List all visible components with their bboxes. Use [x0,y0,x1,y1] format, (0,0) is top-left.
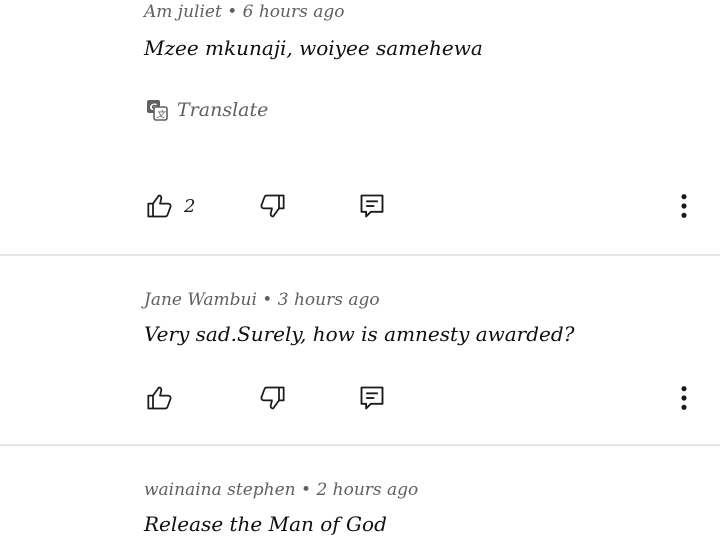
reply-button[interactable] [358,190,386,222]
comment-3: wainaina stephen • 2 hours ago Release t… [0,446,720,550]
comment-text: Release the Man of God [144,512,387,536]
meta-separator: • [262,290,273,310]
comment-time: 6 hours ago [242,2,345,22]
comment-text: Very sad.Surely, how is amnesty awarded? [144,322,575,346]
translate-button[interactable]: G 文 Translate [145,98,268,122]
comment-text: Mzee mkunaji, woiyee samehewa [144,36,483,60]
comment-1: Am juliet • 6 hours ago Mzee mkunaji, wo… [0,0,720,255]
comment-meta: wainaina stephen • 2 hours ago [144,480,418,500]
dislike-button[interactable] [258,190,286,222]
comment-author[interactable]: wainaina stephen [144,480,296,500]
more-vertical-icon [681,386,687,410]
thumbs-down-icon [260,386,285,410]
dislike-button[interactable] [258,382,286,414]
meta-separator: • [227,2,238,22]
like-button[interactable] [146,382,184,414]
more-options-button[interactable] [680,382,688,414]
more-options-button[interactable] [680,190,688,222]
comment-author[interactable]: Jane Wambui [144,290,257,310]
thumbs-up-icon [147,386,172,410]
comment-author[interactable]: Am juliet [144,2,222,22]
comment-time: 3 hours ago [277,290,380,310]
comment-time: 2 hours ago [316,480,419,500]
thumbs-down-icon [260,194,285,218]
comment-actions [0,382,720,422]
reply-icon [360,194,384,218]
comment-actions: 2 [0,190,720,230]
like-button[interactable]: 2 [146,190,195,222]
translate-icon: G 文 [147,100,168,121]
comment-meta: Am juliet • 6 hours ago [144,2,345,22]
reply-icon [360,386,384,410]
meta-separator: • [301,480,312,500]
reply-button[interactable] [358,382,386,414]
translate-label: Translate [177,99,269,121]
like-count: 2 [184,195,196,217]
comment-meta: Jane Wambui • 3 hours ago [144,290,380,310]
more-vertical-icon [681,194,687,218]
comment-2: Jane Wambui • 3 hours ago Very sad.Surel… [0,256,720,446]
thumbs-up-icon [147,194,172,218]
